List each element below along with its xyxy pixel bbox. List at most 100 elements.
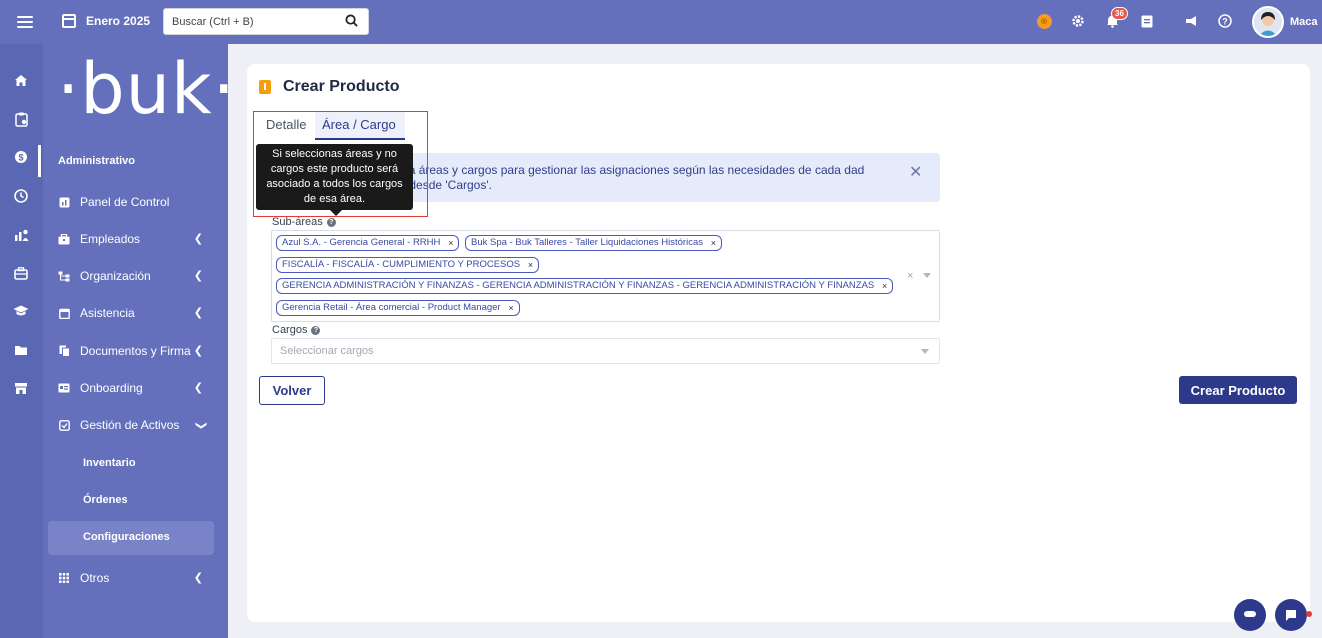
svg-text:$: $: [18, 153, 23, 163]
user-avatar[interactable]: [1252, 6, 1284, 38]
unread-indicator: [1306, 611, 1312, 617]
help-icon[interactable]: ?: [1214, 10, 1236, 32]
sidebar-item-label: Otros: [80, 571, 110, 585]
help-circle-icon[interactable]: ?: [326, 217, 336, 227]
search-icon[interactable]: [345, 14, 358, 27]
chip-remove-icon[interactable]: ×: [508, 301, 513, 315]
sidebar-item-otros[interactable]: Otros ❮: [58, 568, 218, 588]
sidebar-subitem-configuraciones[interactable]: Configuraciones: [83, 531, 170, 543]
grid-icon: [58, 572, 70, 584]
assets-icon: [58, 419, 70, 431]
help-circle-icon[interactable]: ?: [311, 325, 321, 335]
chat-bubble-button[interactable]: [1234, 599, 1266, 631]
calendar-icon: [58, 307, 70, 319]
sidebar-item-label: Panel de Control: [80, 195, 170, 209]
subarea-chip: GERENCIA ADMINISTRACIÓN Y FINANZAS - GER…: [276, 278, 894, 294]
subarea-chip: Buk Spa - Buk Talleres - Taller Liquidac…: [465, 235, 722, 251]
sidebar-item-label: Onboarding: [80, 381, 143, 395]
chip-label: Buk Spa - Buk Talleres - Taller Liquidac…: [471, 237, 703, 248]
sidebar-item-label: Documentos y Firma: [80, 344, 191, 358]
back-button[interactable]: Volver: [259, 376, 325, 405]
sidebar-item-onboarding[interactable]: Onboarding ❮: [58, 378, 218, 398]
sidebar-item-empleados[interactable]: Empleados ❮: [58, 229, 218, 249]
chevron-left-icon: ❮: [193, 572, 203, 584]
sidebar-item-gestion-de-activos[interactable]: Gestión de Activos ❮: [58, 415, 218, 435]
buk-logo[interactable]: ·buk·: [57, 54, 236, 124]
org-chart-icon: [58, 270, 70, 282]
calendar-icon[interactable]: [62, 14, 76, 28]
sidebar-item-label: Organización: [80, 269, 151, 283]
create-product-button[interactable]: Crear Producto: [1179, 376, 1297, 404]
chip-label: FISCALÍA - FISCALÍA - CUMPLIMIENTO Y PRO…: [282, 259, 521, 270]
list-icon[interactable]: [1136, 10, 1158, 32]
subarea-chip: Gerencia Retail - Área comercial - Produ…: [276, 300, 520, 316]
close-icon[interactable]: ✕: [909, 165, 922, 181]
cargos-label-text: Cargos: [272, 324, 308, 336]
top-bar: Enero 2025 ◎ 36 ? Maca: [0, 0, 1322, 44]
current-month[interactable]: Enero 2025: [86, 14, 150, 28]
cargos-label: Cargos ?: [272, 324, 321, 336]
notification-badge: 36: [1111, 7, 1128, 20]
coins-icon[interactable]: ◎: [1033, 10, 1055, 32]
sidebar-item-panel-de-control[interactable]: Panel de Control: [58, 192, 218, 212]
subarea-chip: FISCALÍA - FISCALÍA - CUMPLIMIENTO Y PRO…: [276, 257, 540, 273]
chip-remove-icon[interactable]: ×: [711, 236, 716, 250]
chip-label: Azul S.A. - Gerencia General - RRHH: [282, 237, 441, 248]
sidebar-subitem-ordenes[interactable]: Órdenes: [83, 494, 128, 506]
sidebar-item-documentos-y-firma[interactable]: Documentos y Firma ❮: [58, 341, 218, 361]
sidebar-item-label: Empleados: [80, 232, 141, 246]
sidebar-item-label: Gestión de Activos: [80, 418, 180, 432]
chip-label: GERENCIA ADMINISTRACIÓN Y FINANZAS - GER…: [282, 280, 875, 291]
search-box[interactable]: [163, 8, 369, 35]
cargos-select[interactable]: [271, 338, 940, 364]
info-icon: [259, 80, 271, 94]
clock-icon[interactable]: [12, 187, 30, 205]
clear-all-icon[interactable]: ×: [907, 270, 913, 282]
cargos-input[interactable]: [272, 339, 872, 363]
subareas-label: Sub-áreas ?: [272, 216, 336, 228]
search-input[interactable]: [164, 9, 334, 34]
sidebar-item-asistencia[interactable]: Asistencia ❮: [58, 303, 218, 323]
gear-icon[interactable]: [1067, 10, 1089, 32]
chip-remove-icon[interactable]: ×: [528, 258, 533, 272]
section-title: Administrativo: [58, 155, 136, 167]
caret-down-icon[interactable]: [923, 273, 931, 278]
chevron-left-icon: ❮: [193, 270, 203, 282]
chevron-left-icon: ❮: [193, 382, 203, 394]
rail-active-indicator: [38, 145, 41, 177]
chevron-left-icon: ❮: [193, 307, 203, 319]
caret-down-icon[interactable]: [921, 349, 929, 354]
subarea-chip: Azul S.A. - Gerencia General - RRHH ×: [276, 235, 460, 251]
alert-text: ductos a áreas y cargos para gestionar l…: [370, 163, 865, 192]
icon-rail: $: [0, 44, 43, 638]
megaphone-icon[interactable]: [1181, 10, 1203, 32]
folder-icon[interactable]: [12, 341, 30, 359]
messenger-button[interactable]: [1275, 599, 1307, 631]
sidebar-subitem-inventario[interactable]: Inventario: [83, 457, 136, 469]
hamburger-menu-icon[interactable]: [17, 13, 33, 31]
dashboard-icon: [58, 196, 70, 208]
chip-remove-icon[interactable]: ×: [448, 236, 453, 250]
user-name[interactable]: Maca: [1290, 16, 1318, 28]
chip-label: Gerencia Retail - Área comercial - Produ…: [282, 302, 501, 313]
documents-icon: [58, 345, 70, 357]
chevron-left-icon: ❮: [193, 233, 203, 245]
chip-remove-icon[interactable]: ×: [882, 279, 887, 293]
briefcase-rail-icon[interactable]: [12, 264, 30, 282]
svg-text:?: ?: [1222, 17, 1228, 27]
chevron-left-icon: ❮: [193, 345, 203, 357]
subareas-label-text: Sub-áreas: [272, 216, 323, 228]
store-icon[interactable]: [12, 379, 30, 397]
sidebar-item-organizacion[interactable]: Organización ❮: [58, 266, 218, 286]
onboarding-icon: [58, 382, 70, 394]
home-icon[interactable]: [12, 71, 30, 89]
chevron-down-icon: ❮: [194, 420, 207, 431]
clipboard-icon[interactable]: [12, 110, 30, 128]
graduation-cap-icon[interactable]: [12, 302, 30, 320]
sidebar-item-label: Asistencia: [80, 306, 135, 320]
briefcase-icon: [58, 233, 70, 245]
highlight-annotation-box: [253, 111, 428, 217]
people-chart-icon[interactable]: [12, 226, 30, 244]
page-title: Crear Producto: [283, 78, 400, 95]
money-icon[interactable]: $: [12, 148, 30, 166]
